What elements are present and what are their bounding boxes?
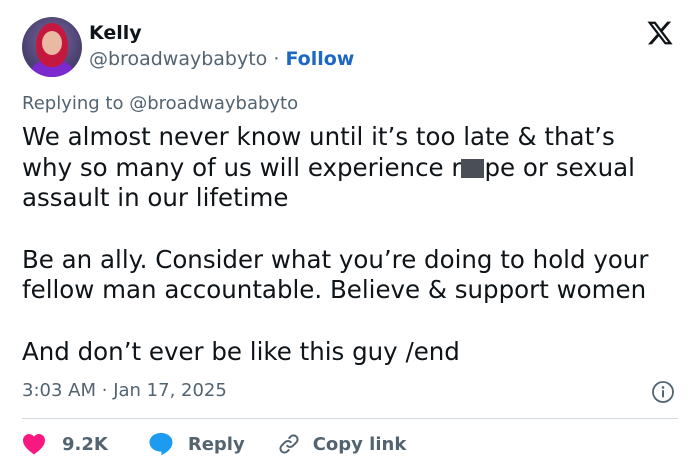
handle-separator: ·	[273, 48, 280, 70]
like-button[interactable]: 9.2K	[22, 433, 108, 455]
info-icon[interactable]	[651, 380, 675, 404]
author-handle[interactable]: @broadwaybabyto	[89, 48, 267, 70]
x-logo-icon[interactable]	[645, 19, 675, 47]
tweet-line-part: why so many of us will experience r	[22, 152, 462, 182]
tweet-text: We almost never know until it’s too late…	[22, 122, 692, 367]
speech-bubble-icon	[149, 433, 173, 456]
action-bar: 9.2K Reply Copy link	[22, 430, 406, 458]
author-name[interactable]: Kelly	[89, 22, 142, 44]
heart-icon	[23, 434, 45, 455]
tweet-line: assault in our lifetime	[22, 183, 289, 212]
avatar[interactable]	[22, 17, 82, 77]
timestamp-date: Jan 17, 2025	[113, 380, 227, 401]
tweet-line-part: pe or sexual	[484, 152, 635, 182]
copy-link-label: Copy link	[312, 433, 407, 455]
tweet-line: Be an ally. Consider what you’re doing t…	[22, 244, 649, 274]
divider	[22, 418, 678, 419]
timestamp-separator: ·	[101, 380, 108, 401]
reply-label: Reply	[187, 433, 245, 455]
copy-link-button[interactable]: Copy link	[277, 432, 407, 456]
tweet-line: fellow man accountable. Believe & suppor…	[22, 275, 647, 304]
author-handle-row: @broadwaybabyto · Follow	[89, 48, 354, 70]
tweet-line: We almost never know until it’s too late…	[22, 122, 615, 151]
reply-button[interactable]: Reply	[148, 432, 245, 456]
like-count: 9.2K	[62, 433, 108, 455]
redaction-box	[461, 158, 485, 178]
timestamp[interactable]: 3:03 AM · Jan 17, 2025	[22, 380, 227, 401]
replying-to: Replying to @broadwaybabyto	[22, 93, 298, 114]
tweet-line: why so many of us will experience r pe or…	[22, 153, 692, 184]
replying-to-prefix: Replying to	[22, 93, 124, 114]
replying-to-handle[interactable]: @broadwaybabyto	[129, 93, 298, 114]
tweet-line: And don’t ever be like this guy /end	[22, 336, 460, 366]
link-icon	[279, 434, 299, 454]
avatar-face	[42, 31, 62, 55]
timestamp-time: 3:03 AM	[22, 380, 96, 401]
follow-button[interactable]: Follow	[285, 48, 354, 70]
